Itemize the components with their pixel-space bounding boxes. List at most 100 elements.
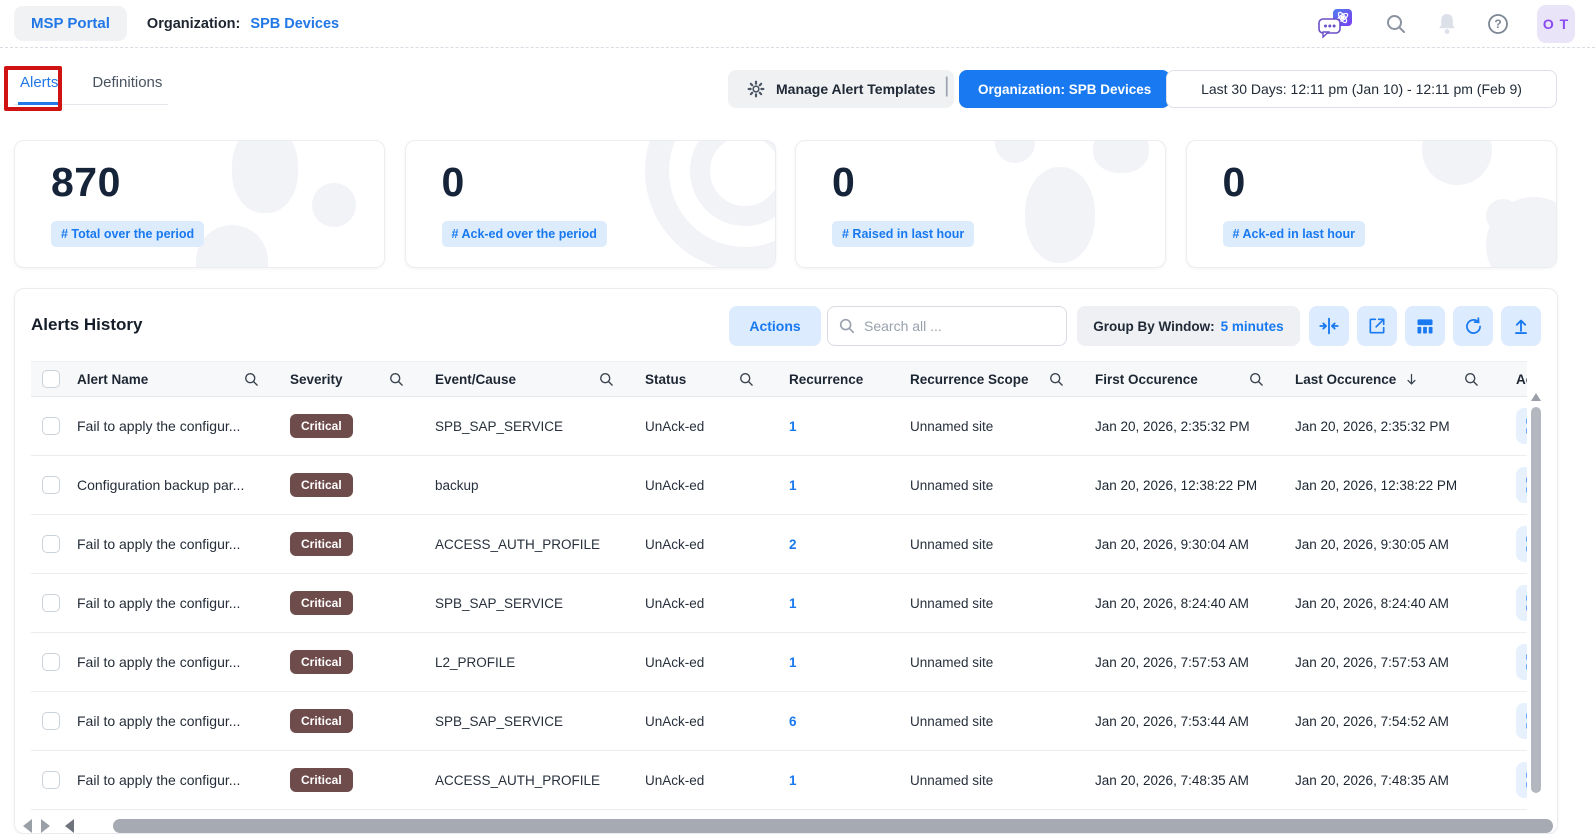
refresh-button[interactable]: [1453, 306, 1493, 346]
ai-assistant-icon[interactable]: [1315, 6, 1357, 42]
row-checkbox[interactable]: [42, 594, 60, 612]
columns-settings-button[interactable]: [1405, 306, 1445, 346]
col-header-recurrence[interactable]: Recurrence: [789, 372, 863, 387]
alert-name: Fail to apply the configur...: [77, 536, 240, 552]
scroll-up-icon[interactable]: [1531, 393, 1541, 401]
severity-badge: Critical: [290, 532, 353, 556]
svg-text:?: ?: [1494, 17, 1501, 31]
stat-card: 0 # Ack-ed over the period: [405, 140, 776, 268]
col-header-event-cause[interactable]: Event/Cause: [435, 372, 516, 387]
scroll-left-icon[interactable]: [65, 819, 74, 833]
recurrence-link[interactable]: 1: [789, 655, 797, 670]
row-checkbox[interactable]: [42, 417, 60, 435]
stat-value: 870: [51, 159, 121, 206]
column-search-icon[interactable]: [1248, 371, 1265, 388]
last-occurence: Jan 20, 2026, 2:35:32 PM: [1295, 419, 1450, 434]
stat-label-badge: # Ack-ed in last hour: [1223, 221, 1365, 247]
recurrence-scope: Unnamed site: [910, 419, 993, 434]
status-value: UnAck-ed: [645, 419, 704, 434]
last-occurence: Jan 20, 2026, 9:30:05 AM: [1295, 537, 1449, 552]
tab-alerts[interactable]: Alerts: [18, 62, 60, 105]
actions-button[interactable]: Actions: [729, 306, 821, 346]
horizontal-scrollbar[interactable]: [15, 817, 1558, 834]
top-bar: MSP Portal Organization: SPB Devices: [0, 0, 1595, 48]
collapse-columns-button[interactable]: [1309, 306, 1349, 346]
tab-definitions[interactable]: Definitions: [90, 62, 164, 104]
open-in-new-button[interactable]: [1357, 306, 1397, 346]
horizontal-scrollbar-thumb[interactable]: [113, 819, 1553, 833]
recurrence-scope: Unnamed site: [910, 655, 993, 670]
panel-title: Alerts History: [31, 315, 142, 335]
card-decoration: [995, 140, 1035, 163]
export-button[interactable]: [1501, 306, 1541, 346]
col-header-severity[interactable]: Severity: [290, 372, 343, 387]
table-row: Fail to apply the configur... Critical S…: [31, 692, 1527, 751]
organization-filter-button[interactable]: Organization: SPB Devices: [959, 70, 1170, 108]
col-header-alert-name[interactable]: Alert Name: [77, 372, 148, 387]
row-checkbox[interactable]: [42, 653, 60, 671]
sort-descending-icon[interactable]: [1404, 372, 1419, 387]
msp-portal-logo[interactable]: MSP Portal: [14, 6, 127, 41]
column-search-icon[interactable]: [243, 371, 260, 388]
help-icon[interactable]: ?: [1486, 12, 1510, 36]
table-search-box[interactable]: [827, 306, 1067, 346]
date-range-picker[interactable]: Last 30 Days: 12:11 pm (Jan 10) - 12:11 …: [1166, 70, 1557, 108]
column-search-icon[interactable]: [598, 371, 615, 388]
recurrence-link[interactable]: 1: [789, 419, 797, 434]
page-prev-icon[interactable]: [23, 819, 32, 833]
vertical-scrollbar-thumb[interactable]: [1531, 407, 1541, 793]
table-row: Fail to apply the configur... Critical L…: [31, 633, 1527, 692]
organization-line: Organization: SPB Devices: [147, 16, 339, 32]
expand-alert-button[interactable]: [1516, 585, 1527, 621]
search-all-input[interactable]: [864, 318, 1034, 334]
page-next-icon[interactable]: [41, 819, 50, 833]
first-occurence: Jan 20, 2026, 7:48:35 AM: [1095, 773, 1249, 788]
expand-alert-button[interactable]: [1516, 703, 1527, 739]
table-row: Fail to apply the configur... Critical A…: [31, 515, 1527, 574]
organization-label: Organization:: [147, 16, 240, 32]
expand-alert-button[interactable]: [1516, 526, 1527, 562]
search-icon: [838, 317, 856, 335]
row-checkbox[interactable]: [42, 771, 60, 789]
gear-icon: [746, 79, 766, 99]
recurrence-link[interactable]: 6: [789, 714, 797, 729]
col-header-status[interactable]: Status: [645, 372, 686, 387]
vertical-scrollbar[interactable]: [1531, 393, 1542, 817]
alert-name: Fail to apply the configur...: [77, 595, 240, 611]
first-occurence: Jan 20, 2026, 2:35:32 PM: [1095, 419, 1250, 434]
col-header-recurrence-scope[interactable]: Recurrence Scope: [910, 372, 1029, 387]
recurrence-link[interactable]: 1: [789, 596, 797, 611]
column-search-icon[interactable]: [1048, 371, 1065, 388]
row-checkbox[interactable]: [42, 476, 60, 494]
alert-name: Fail to apply the configur...: [77, 654, 240, 670]
manage-alert-templates-button[interactable]: Manage Alert Templates: [728, 70, 954, 108]
organization-name-link[interactable]: SPB Devices: [250, 16, 339, 32]
recurrence-link[interactable]: 1: [789, 478, 797, 493]
card-decoration: [1422, 140, 1492, 185]
recurrence-link[interactable]: 1: [789, 773, 797, 788]
group-by-window-button[interactable]: Group By Window: 5 minutes: [1077, 306, 1300, 346]
column-search-icon[interactable]: [388, 371, 405, 388]
row-checkbox[interactable]: [42, 712, 60, 730]
group-by-label: Group By Window:: [1093, 319, 1214, 334]
select-all-checkbox[interactable]: [42, 370, 60, 388]
expand-alert-button[interactable]: [1516, 408, 1527, 444]
expand-alert-button[interactable]: [1516, 467, 1527, 503]
recurrence-link[interactable]: 2: [789, 537, 797, 552]
expand-alert-button[interactable]: [1516, 762, 1527, 798]
alert-name: Configuration backup par...: [77, 477, 244, 493]
notifications-bell-icon[interactable]: [1435, 11, 1459, 37]
tab-strip: Alerts Definitions: [14, 62, 168, 105]
col-header-first-occurence[interactable]: First Occurence: [1095, 372, 1198, 387]
severity-badge: Critical: [290, 414, 353, 438]
table-row: Fail to apply the configur... Critical A…: [31, 751, 1527, 810]
user-avatar[interactable]: O T: [1537, 5, 1575, 43]
expand-alert-button[interactable]: [1516, 644, 1527, 680]
column-search-icon[interactable]: [1463, 371, 1480, 388]
col-header-last-occurence[interactable]: Last Occurence: [1295, 372, 1396, 387]
search-icon[interactable]: [1384, 12, 1408, 36]
recurrence-scope: Unnamed site: [910, 714, 993, 729]
alert-name: Fail to apply the configur...: [77, 418, 240, 434]
column-search-icon[interactable]: [738, 371, 755, 388]
row-checkbox[interactable]: [42, 535, 60, 553]
